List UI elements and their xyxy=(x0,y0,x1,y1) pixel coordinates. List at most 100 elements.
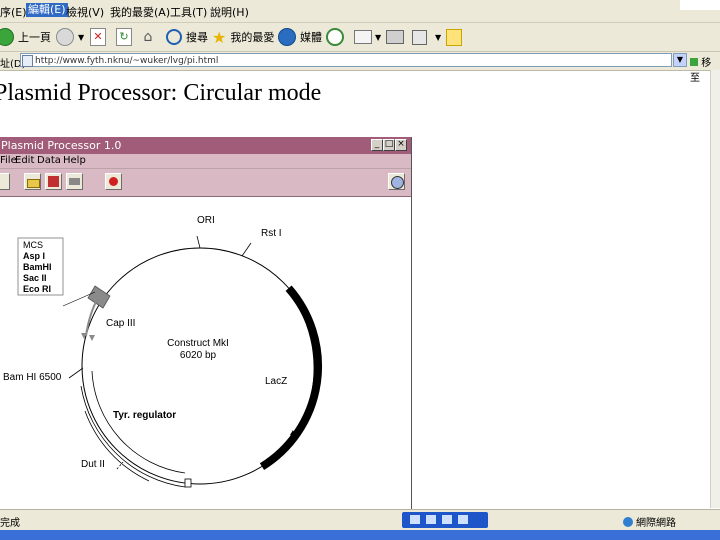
dropdown-arrow-icon[interactable]: ▼ xyxy=(435,33,441,42)
browser-statusbar: 完成 網際網路 xyxy=(0,509,720,530)
help-globe-icon xyxy=(391,176,404,189)
address-input[interactable]: http://www.fyth.nknu/~wuker/lvg/pi.html xyxy=(20,53,672,67)
close-button[interactable]: × xyxy=(395,139,407,151)
rst-tick xyxy=(241,242,252,257)
mail-button[interactable]: ▼ xyxy=(354,27,381,47)
rst-label: Rst I xyxy=(261,228,282,239)
back-label: 上一頁 xyxy=(18,31,51,44)
refresh-button[interactable]: ↻ xyxy=(116,27,132,47)
page-scrollbar[interactable] xyxy=(710,70,720,508)
history-clock-icon xyxy=(326,28,344,46)
print-button[interactable] xyxy=(386,27,404,47)
mcs-site-2: BamHI xyxy=(23,262,52,272)
media-button[interactable]: 媒體 xyxy=(278,27,322,47)
stop-button[interactable]: ✕ xyxy=(90,27,106,47)
keyboard-icon[interactable] xyxy=(410,515,420,524)
browser-menubar: 序(E) 編輯(E) 檢視(V) 我的最愛(A) 工具(T) 說明(H) xyxy=(0,0,720,23)
note-icon xyxy=(446,28,462,46)
internet-globe-icon xyxy=(623,517,633,527)
tray-app-icon[interactable] xyxy=(442,515,452,524)
maximize-button[interactable]: □ xyxy=(383,139,395,151)
home-button[interactable]: ⌂ xyxy=(140,27,156,47)
new-button[interactable] xyxy=(0,173,10,190)
dut-tick xyxy=(116,461,124,470)
status-text: 完成 xyxy=(0,518,20,529)
forward-arrow-icon xyxy=(56,28,74,46)
menu-help[interactable]: 說明(H) xyxy=(210,4,249,20)
help-button[interactable] xyxy=(388,173,405,190)
lacz-label: LacZ xyxy=(265,376,287,387)
plasmid-processor-window: Plasmid Processor 1.0 _ □ × File Edit Da… xyxy=(0,137,412,510)
menu-tools[interactable]: 工具(T) xyxy=(170,4,207,20)
refresh-icon: ↻ xyxy=(116,28,132,46)
stop-app-button[interactable] xyxy=(105,173,122,190)
mail-icon xyxy=(354,30,372,44)
address-bar: 址(D) http://www.fyth.nknu/~wuker/lvg/pi.… xyxy=(0,52,720,84)
note-button[interactable] xyxy=(446,27,462,47)
save-button[interactable] xyxy=(45,173,62,190)
open-button[interactable] xyxy=(24,173,41,190)
pen-icon[interactable] xyxy=(426,515,436,524)
mcs-box-title: MCS xyxy=(23,240,43,250)
cap-arrow-head-2-icon xyxy=(89,335,95,341)
stop-icon: ✕ xyxy=(90,28,106,46)
tray-help-icon[interactable] xyxy=(458,515,468,524)
search-button[interactable]: 搜尋 xyxy=(166,27,208,47)
app-menu-data[interactable]: Data xyxy=(37,155,61,166)
dut-label: Dut II xyxy=(81,459,105,470)
media-globe-icon xyxy=(278,28,296,46)
tyr-label: Tyr. regulator xyxy=(113,410,176,421)
system-tray xyxy=(402,512,488,528)
app-toolbar xyxy=(0,168,411,197)
menu-view[interactable]: 檢視(V) xyxy=(66,4,104,20)
construct-size: 6020 bp xyxy=(180,350,217,361)
app-titlebar[interactable]: Plasmid Processor 1.0 _ □ × xyxy=(0,137,411,154)
search-label: 搜尋 xyxy=(186,31,208,44)
cap-label: Cap III xyxy=(106,318,135,329)
bam-label: Bam HI 6500 xyxy=(3,372,62,383)
app-menu-edit[interactable]: Edit xyxy=(15,155,34,166)
feature-marker-box xyxy=(184,478,192,488)
stop-sign-icon xyxy=(109,177,118,186)
history-button[interactable] xyxy=(326,27,344,47)
favorites-star-icon: ★ xyxy=(212,27,227,47)
browser-toolbar: 上一頁 ▼ ▼ ✕ ↻ ⌂ 搜尋 ★ 我的最愛 媒體 ▼ ▼ xyxy=(0,23,720,52)
address-dropdown-button[interactable]: ▼ xyxy=(673,53,687,67)
save-icon xyxy=(48,176,59,187)
plasmid-map[interactable]: MCS Asp I BamHI Sac II Eco RI ORI Rst I … xyxy=(0,196,411,509)
app-menubar: File Edit Data Help xyxy=(0,154,411,168)
app-title: Plasmid Processor 1.0 xyxy=(1,139,122,152)
printer-icon xyxy=(69,178,80,185)
favorites-label: 我的最愛 xyxy=(230,31,275,44)
dropdown-arrow-icon[interactable]: ▼ xyxy=(375,33,381,42)
edit-page-button[interactable]: ▼ xyxy=(412,27,441,47)
bam-tick xyxy=(68,367,84,379)
home-icon: ⌂ xyxy=(143,29,153,45)
tyr-regulator-arc xyxy=(91,370,186,474)
dropdown-arrow-icon[interactable]: ▼ xyxy=(78,33,84,42)
menu-edit[interactable]: 編輯(E) xyxy=(26,3,68,17)
window-controls xyxy=(680,0,720,10)
mcs-site-1: Asp I xyxy=(23,251,45,261)
mcs-site-3: Sac II xyxy=(23,273,47,283)
mcs-site-4: Eco RI xyxy=(23,284,51,294)
media-label: 媒體 xyxy=(300,31,322,44)
menu-file[interactable]: 序(E) xyxy=(0,4,27,20)
app-menu-help[interactable]: Help xyxy=(63,155,86,166)
construct-name: Construct MkI xyxy=(167,338,229,349)
security-zone: 網際網路 xyxy=(623,514,676,529)
page-title: Plasmid Processor: Circular mode xyxy=(0,80,322,106)
zone-label: 網際網路 xyxy=(636,518,676,529)
folder-icon xyxy=(27,179,40,188)
forward-button[interactable]: ▼ xyxy=(56,27,84,47)
page-icon xyxy=(22,55,33,67)
dut-arc-2 xyxy=(84,410,150,482)
menu-favorites[interactable]: 我的最愛(A) xyxy=(110,4,170,20)
back-arrow-icon xyxy=(0,28,14,46)
search-icon xyxy=(166,29,182,45)
favorites-button[interactable]: ★ 我的最愛 xyxy=(212,27,274,47)
ori-label: ORI xyxy=(197,215,215,226)
print-button-app[interactable] xyxy=(66,173,83,190)
go-arrow-icon xyxy=(690,58,698,66)
minimize-button[interactable]: _ xyxy=(371,139,383,151)
